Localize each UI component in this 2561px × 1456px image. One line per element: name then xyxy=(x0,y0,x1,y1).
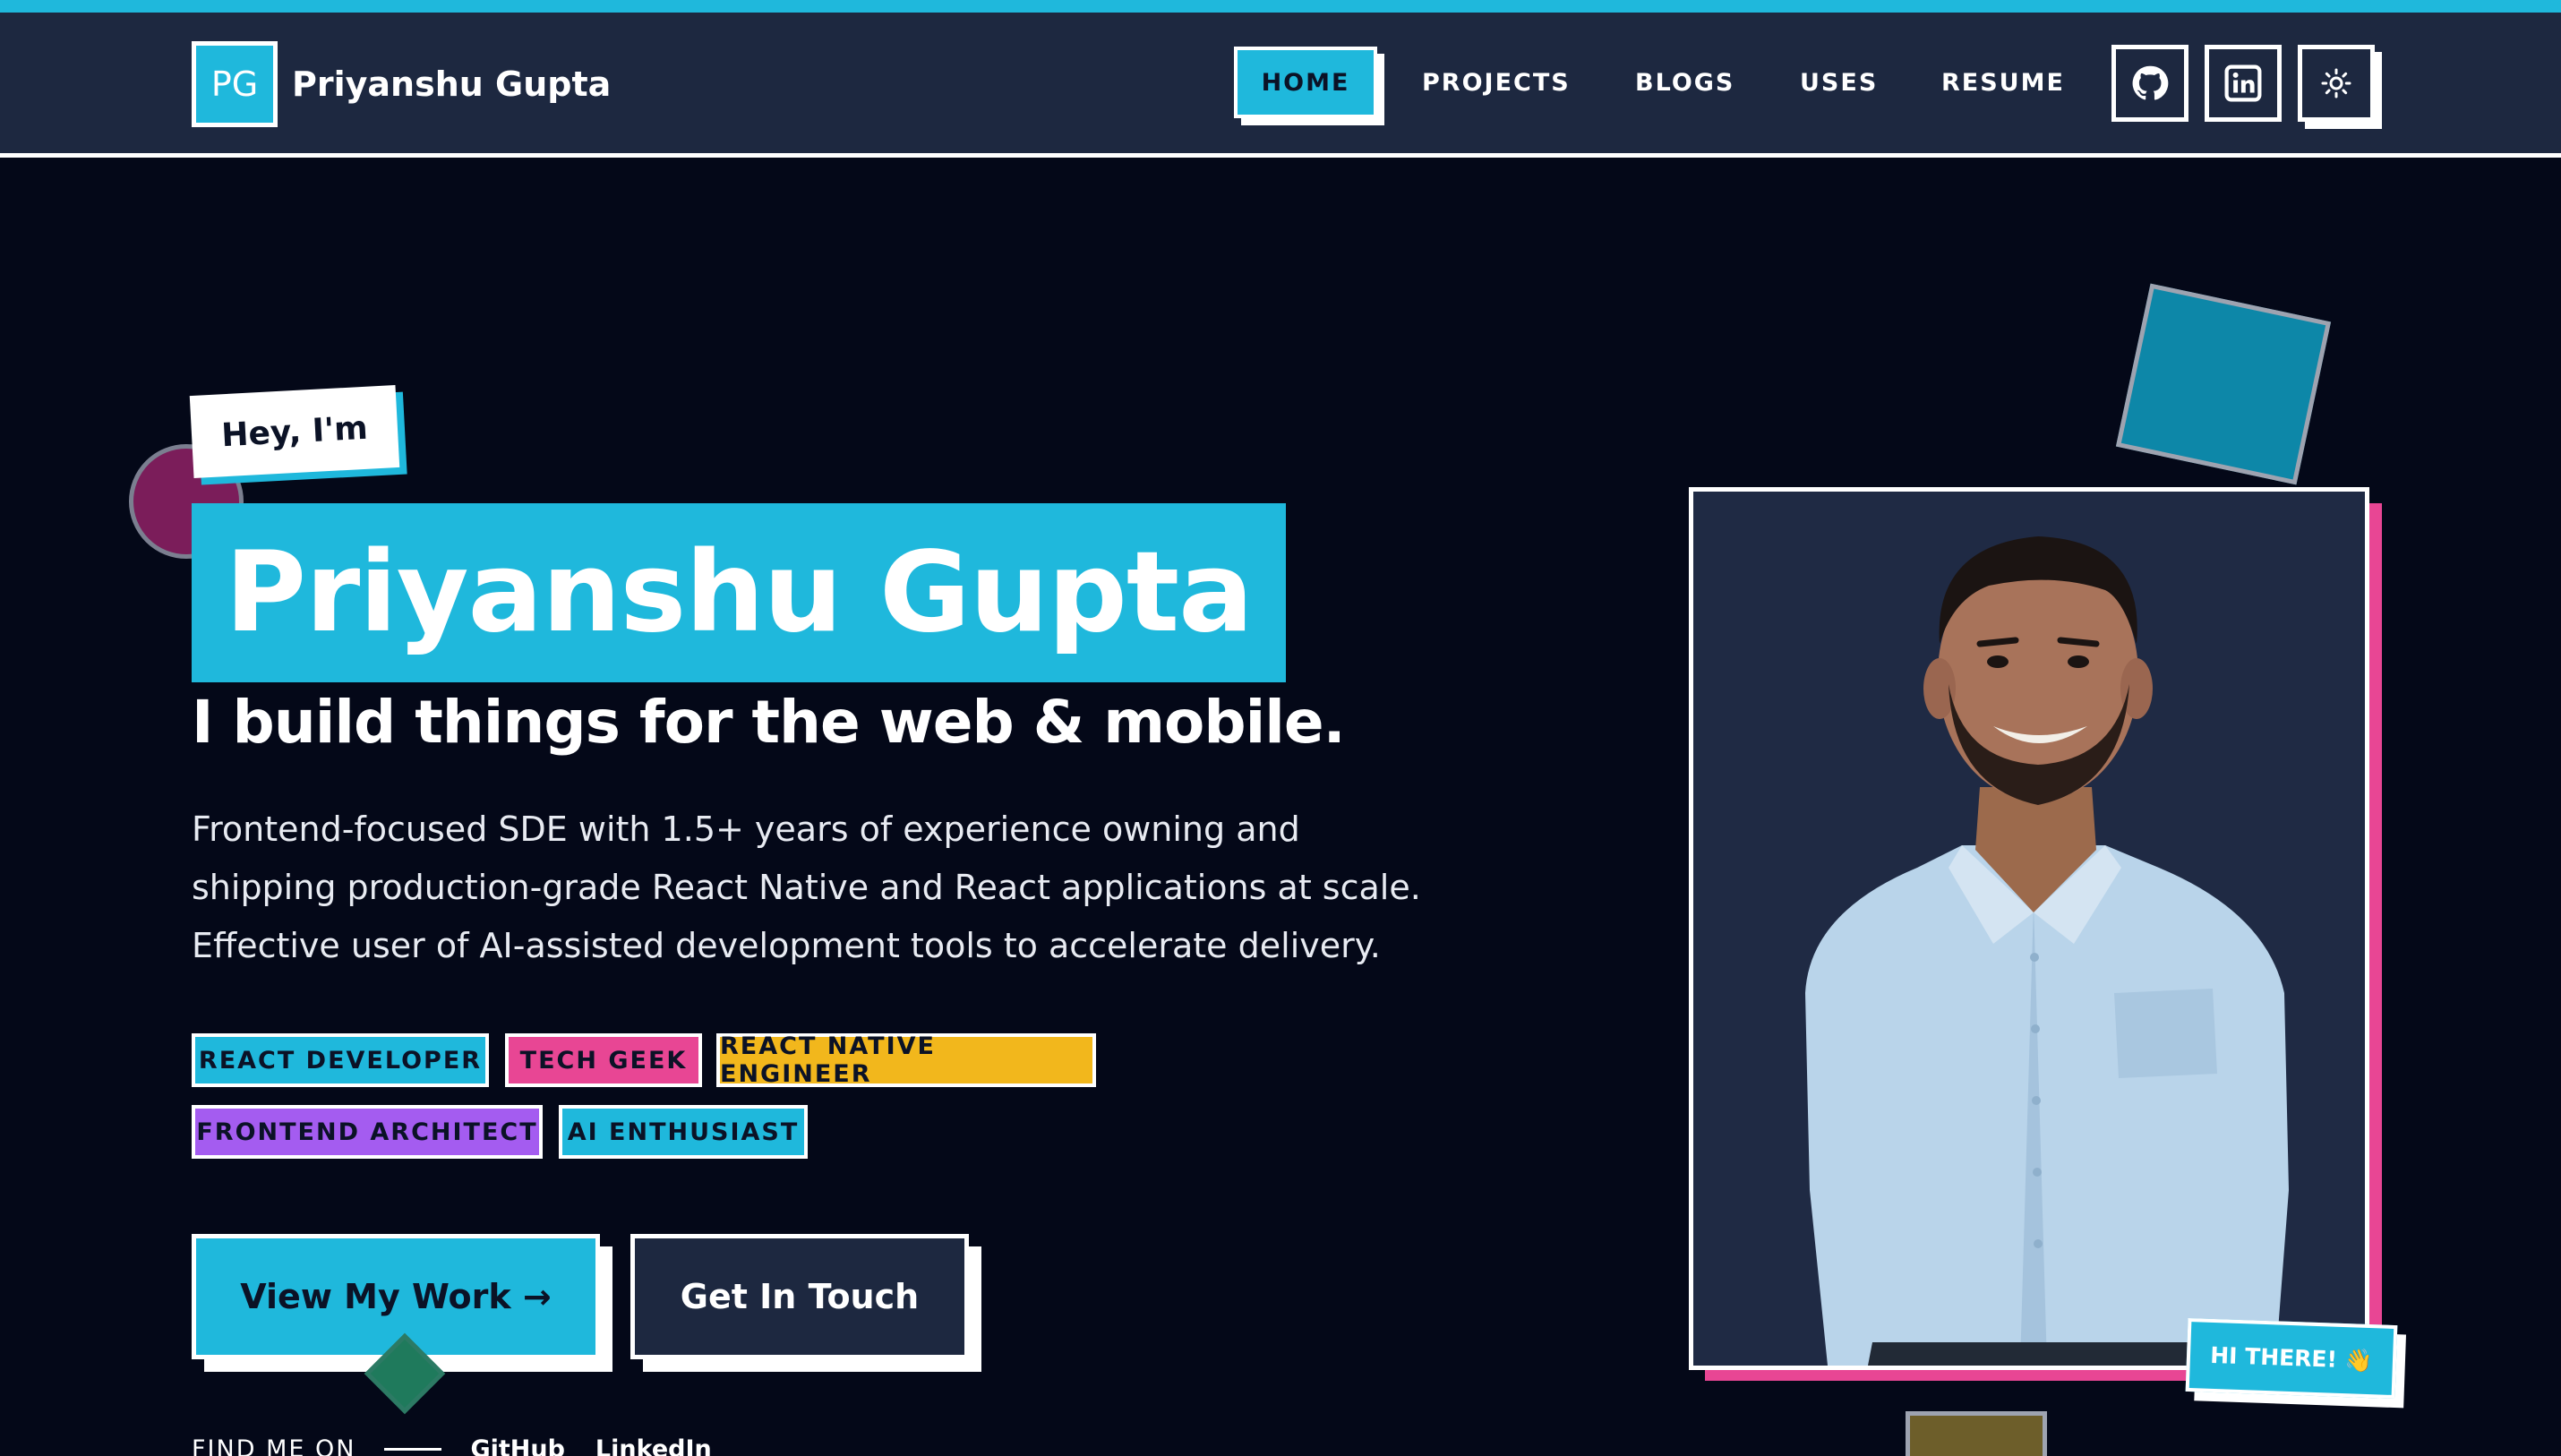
linkedin-button[interactable] xyxy=(2205,45,2282,122)
github-button[interactable] xyxy=(2111,45,2188,122)
chip-tech-geek: TECH GEEK xyxy=(505,1033,702,1087)
chip-react-developer: REACT DEVELOPER xyxy=(192,1033,489,1087)
hero-tagline: I build things for the web & mobile. xyxy=(192,688,1346,757)
logo-name[interactable]: Priyanshu Gupta xyxy=(292,59,611,109)
description-line: Frontend-focused SDE with 1.5+ years of … xyxy=(192,809,1300,849)
nav-uses[interactable]: USES xyxy=(1800,47,1878,118)
linkedin-icon xyxy=(2224,64,2262,102)
chip-react-native-engineer: REACT NATIVE ENGINEER xyxy=(716,1032,1096,1088)
greeting-tag: Hey, I'm xyxy=(189,385,400,478)
person-illustration xyxy=(1805,536,2289,1366)
social-link-linkedin[interactable]: LinkedIn xyxy=(595,1435,712,1456)
social-link-github[interactable]: GitHub xyxy=(470,1435,564,1456)
chip-frontend-architect: FRONTEND ARCHITECT xyxy=(192,1105,543,1159)
rectangle-decoration xyxy=(1906,1411,2047,1456)
chip-ai-enthusiast: AI ENTHUSIAST xyxy=(559,1105,808,1159)
get-in-touch-button[interactable]: Get In Touch xyxy=(630,1234,969,1359)
profile-photo xyxy=(1689,487,2369,1370)
description-line: Effective user of AI-assisted developmen… xyxy=(192,926,1381,965)
nav-home[interactable]: HOME xyxy=(1234,47,1377,118)
sun-icon xyxy=(2321,68,2351,98)
nav-projects[interactable]: PROJECTS xyxy=(1422,47,1571,118)
logo-badge[interactable]: PG xyxy=(192,41,278,127)
description-line: shipping production-grade React Native a… xyxy=(192,868,1421,907)
github-icon xyxy=(2132,65,2169,100)
top-accent-line xyxy=(0,0,2561,13)
hero-description: Frontend-focused SDE with 1.5+ years of … xyxy=(192,801,1445,975)
hero-name: Priyanshu Gupta xyxy=(225,528,1254,657)
hero-name-block: Priyanshu Gupta xyxy=(192,503,1286,682)
divider-dash xyxy=(384,1447,442,1451)
hi-there-badge: HI THERE! 👋 xyxy=(2185,1317,2398,1400)
site-header: PG Priyanshu Gupta HOME PROJECTS BLOGS U… xyxy=(0,13,2561,158)
theme-toggle-button[interactable] xyxy=(2298,45,2375,122)
find-me-row: FIND ME ON GitHub LinkedIn xyxy=(192,1431,742,1456)
find-me-label: FIND ME ON xyxy=(192,1435,356,1456)
square-decoration xyxy=(2115,283,2332,485)
nav-blogs[interactable]: BLOGS xyxy=(1635,47,1734,118)
nav-resume[interactable]: RESUME xyxy=(1941,47,2065,118)
